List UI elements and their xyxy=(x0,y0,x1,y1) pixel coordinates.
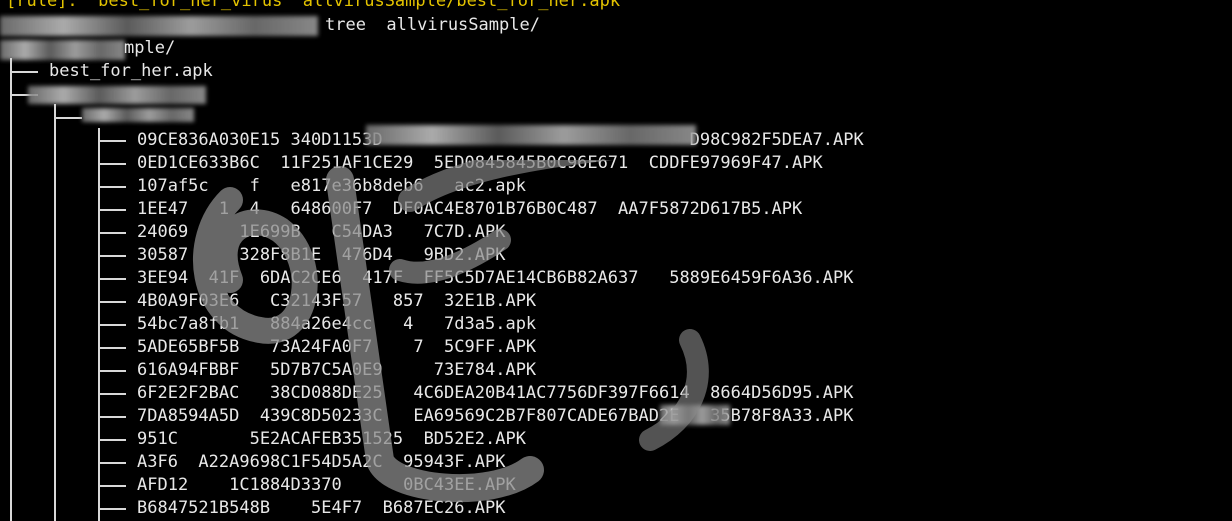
tree-branch-line xyxy=(98,439,126,441)
apk-file-entry[interactable]: 0ED1CE633B6C 11F251AF1CE29 5ED0845845B0C… xyxy=(137,152,823,175)
apk-file-entry[interactable]: 1EE47 1 4 648600F7 DF0AC4E8701B76B0C487 … xyxy=(137,198,802,221)
tree-branch-line xyxy=(98,301,126,303)
tree-branch-line xyxy=(98,324,126,326)
apk-file-entry[interactable]: 3EE94 41F 6DAC2CE6 417F FF5C5D7AE14CB6B8… xyxy=(137,267,853,290)
tree-branch-line xyxy=(54,104,56,521)
tree-branch-line xyxy=(98,347,126,349)
apk-file-entry[interactable]: 4B0A9F03E6 C32143F57 857 32E1B.APK xyxy=(137,290,536,313)
redacted-filename-block xyxy=(366,125,696,145)
apk-file-entry[interactable]: AFD12 1C1884D3370 0BC43EE.APK xyxy=(137,474,516,497)
tree-branch-line xyxy=(98,278,126,280)
tree-branch-line xyxy=(98,508,126,510)
apk-file-entry[interactable]: 7DA8594A5D 439C8D50233C EA69569C2B7F807C… xyxy=(137,405,853,428)
apk-file-entry[interactable]: 24069 1E699B C54DA3 7C7D.APK xyxy=(137,221,505,244)
tree-branch-line xyxy=(98,485,126,487)
tree-branch-line xyxy=(98,209,126,211)
tree-branch-line xyxy=(98,416,126,418)
apk-file-entry[interactable]: 54bc7a8fb1 884a26e4cc 4 7d3a5.apk xyxy=(137,313,536,336)
tree-branch-line xyxy=(98,140,126,142)
apk-file-entry[interactable]: 30587 328F8B1E 476D4 9BD2.APK xyxy=(137,244,505,267)
tree-branch-line xyxy=(98,393,126,395)
redacted-prompt xyxy=(0,16,318,36)
tree-branch-line xyxy=(10,58,12,521)
tree-branch-line xyxy=(54,117,82,119)
apk-file-entry[interactable]: 616A94FBBF 5D7B7C5A0E9 73E784.APK xyxy=(137,359,536,382)
redacted-root-dir xyxy=(0,40,125,60)
apk-file-entry[interactable]: 5ADE65BF5B 73A24FA0F7 7 5C9FF.APK xyxy=(137,336,536,359)
redacted-folder xyxy=(28,86,206,104)
tree-branch-line xyxy=(98,186,126,188)
tree-branch-line xyxy=(98,232,126,234)
root-dir: mple/ xyxy=(124,38,176,58)
tree-branch-line xyxy=(98,370,126,372)
tree-branch-line xyxy=(98,163,126,165)
tree-branch-line xyxy=(10,71,38,73)
redacted-subfolder xyxy=(82,108,194,122)
tree-branch-line xyxy=(98,255,126,257)
apk-file-entry[interactable]: 6F2E2F2BAC 38CD088DE25 4C6DEA20B41AC7756… xyxy=(137,382,853,405)
apk-file-entry[interactable]: B6847521B548B 5E4F7 B687EC26.APK xyxy=(137,497,505,520)
command-line: tree allvirusSample/ xyxy=(325,15,540,35)
redacted-filename-block xyxy=(660,405,730,425)
terminal-window[interactable]: [rule]: best_for_her_virus allvirusSampl… xyxy=(0,0,1232,521)
tree-branch-line xyxy=(98,462,126,464)
apk-file-entry[interactable]: best_for_her.apk xyxy=(49,60,213,83)
rule-line: [rule]: best_for_her_virus allvirusSampl… xyxy=(6,0,621,11)
apk-file-entry[interactable]: A3F6 A22A9698C1F54D5A2C 95943F.APK xyxy=(137,451,505,474)
apk-file-entry[interactable]: 951C 5E2ACAFEB351525 BD52E2.APK xyxy=(137,428,526,451)
apk-file-entry[interactable]: 107af5c f e817e36b8deb6 ac2.apk xyxy=(137,175,526,198)
